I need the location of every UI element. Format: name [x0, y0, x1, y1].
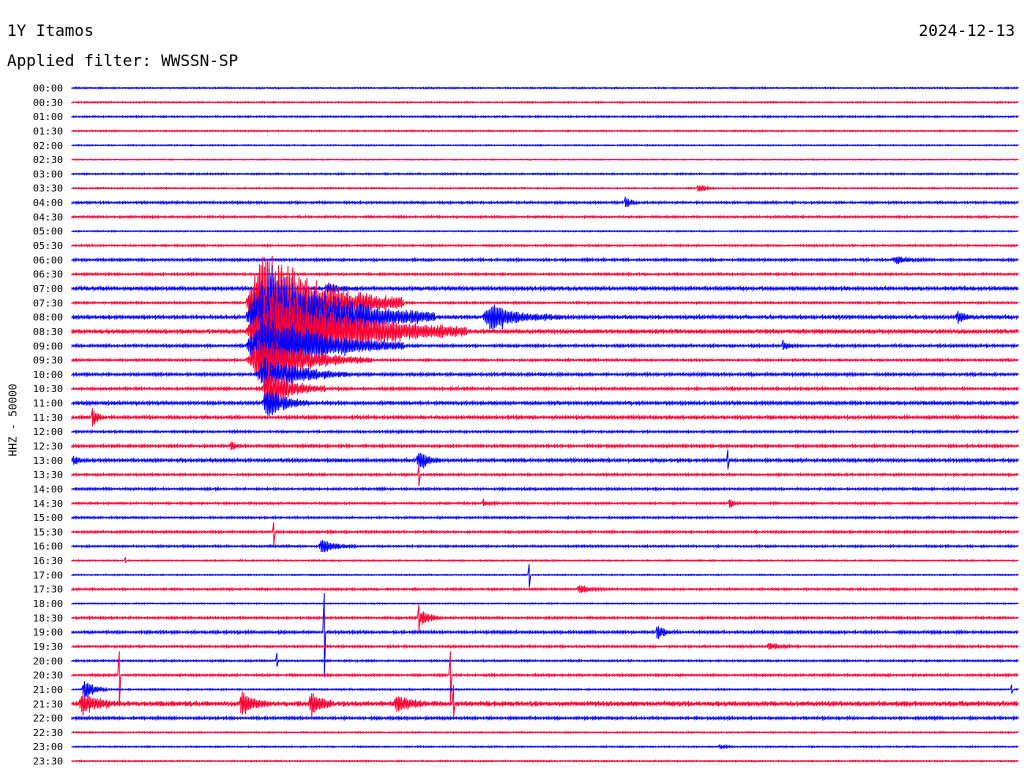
row-time-label: 01:00: [33, 112, 63, 123]
trace-row: [71, 585, 1019, 593]
row-time-label: 02:00: [33, 141, 63, 152]
row-time-label: 16:30: [33, 556, 63, 567]
trace-row: [71, 408, 1019, 427]
row-time-label: 10:30: [33, 384, 63, 395]
row-time-label: 12:00: [33, 427, 63, 438]
trace-row: [71, 185, 1019, 192]
row-time-label: 20:30: [33, 671, 63, 682]
row-time-label: 09:30: [33, 356, 63, 367]
helicorder-plot: 00:00 00:30 01:00 01:30 02:00 02:30 03:00 03:30…: [33, 84, 1019, 768]
trace-row: [71, 100, 1019, 105]
row-time-label: 15:30: [33, 527, 63, 538]
row-time-label: 11:00: [33, 399, 63, 410]
row-time-label: 12:30: [33, 442, 63, 453]
row-time-label: 02:30: [33, 155, 63, 166]
row-time-label: 17:00: [33, 570, 63, 581]
trace-row: [71, 158, 1019, 162]
row-time-label: 14:00: [33, 484, 63, 495]
row-time-label: 09:00: [33, 341, 63, 352]
trace-row: [71, 743, 1019, 750]
row-time-label: 21:30: [33, 699, 63, 710]
row-time-label: 06:30: [33, 270, 63, 281]
trace-row: [71, 522, 1019, 546]
trace-row: [71, 449, 1019, 470]
trace-row: [71, 514, 1019, 521]
row-time-label: 19:30: [33, 642, 63, 653]
row-time-label: 19:00: [33, 628, 63, 639]
trace-row: [71, 229, 1019, 233]
row-time-label: 05:00: [33, 227, 63, 238]
trace-row: [71, 316, 1019, 380]
row-time-label: 00:00: [33, 84, 63, 95]
row-time-label: 03:00: [33, 169, 63, 180]
trace-row: [71, 441, 1019, 451]
trace-row: [71, 114, 1019, 119]
trace-row: [71, 271, 1019, 278]
trace-row: [71, 243, 1019, 248]
trace-row: [71, 651, 1019, 707]
trace-row: [71, 265, 1019, 373]
trace-row: [71, 539, 1019, 553]
trace-row: [71, 387, 1019, 417]
trace-row: [71, 604, 1019, 632]
trace-row: [71, 256, 1019, 265]
trace-row: [71, 282, 1019, 294]
row-time-label: 17:30: [33, 585, 63, 596]
row-time-label: 20:00: [33, 656, 63, 667]
row-time-label: 15:00: [33, 513, 63, 524]
trace-row: [71, 652, 1019, 667]
trace-row: [71, 556, 1019, 564]
trace-row: [71, 86, 1019, 90]
trace-row: [71, 465, 1019, 487]
row-time-label: 13:00: [33, 456, 63, 467]
row-time-label: 01:30: [33, 126, 63, 137]
row-time-label: 23:00: [33, 742, 63, 753]
trace-row: [71, 143, 1019, 147]
trace-row: [71, 196, 1019, 208]
trace-row: [71, 642, 1019, 650]
trace-row: [71, 759, 1019, 763]
row-time-label: 22:00: [33, 714, 63, 725]
trace-row: [71, 714, 1019, 722]
trace-row: [71, 730, 1019, 735]
trace-row: [71, 214, 1019, 220]
row-time-label: 00:30: [33, 98, 63, 109]
trace-row: [71, 428, 1019, 435]
row-time-label: 05:30: [33, 241, 63, 252]
row-time-label: 23:30: [33, 757, 63, 768]
row-time-label: 14:30: [33, 499, 63, 510]
row-time-label: 18:30: [33, 613, 63, 624]
row-time-label: 18:00: [33, 599, 63, 610]
row-time-label: 07:00: [33, 284, 63, 295]
trace-row: [71, 592, 1019, 678]
trace-row: [71, 129, 1019, 133]
trace-row: [71, 564, 1019, 588]
trace-row: [71, 285, 1019, 381]
row-time-label: 16:00: [33, 542, 63, 553]
row-time-label: 08:30: [33, 327, 63, 338]
row-time-label: 03:30: [33, 184, 63, 195]
row-time-label: 22:30: [33, 728, 63, 739]
trace-row: [71, 356, 1019, 391]
trace-row: [71, 486, 1019, 492]
row-time-label: 06:00: [33, 255, 63, 266]
row-time-label: 13:30: [33, 470, 63, 481]
row-time-label: 11:30: [33, 413, 63, 424]
row-time-label: 07:30: [33, 298, 63, 309]
row-time-label: 04:30: [33, 212, 63, 223]
row-time-label: 08:00: [33, 313, 63, 324]
row-time-label: 04:00: [33, 198, 63, 209]
trace-row: [71, 171, 1019, 176]
trace-row: [71, 680, 1019, 702]
row-time-label: 21:00: [33, 685, 63, 696]
trace-row: [71, 498, 1019, 508]
trace-row: [71, 601, 1019, 606]
row-time-label: 10:00: [33, 370, 63, 381]
